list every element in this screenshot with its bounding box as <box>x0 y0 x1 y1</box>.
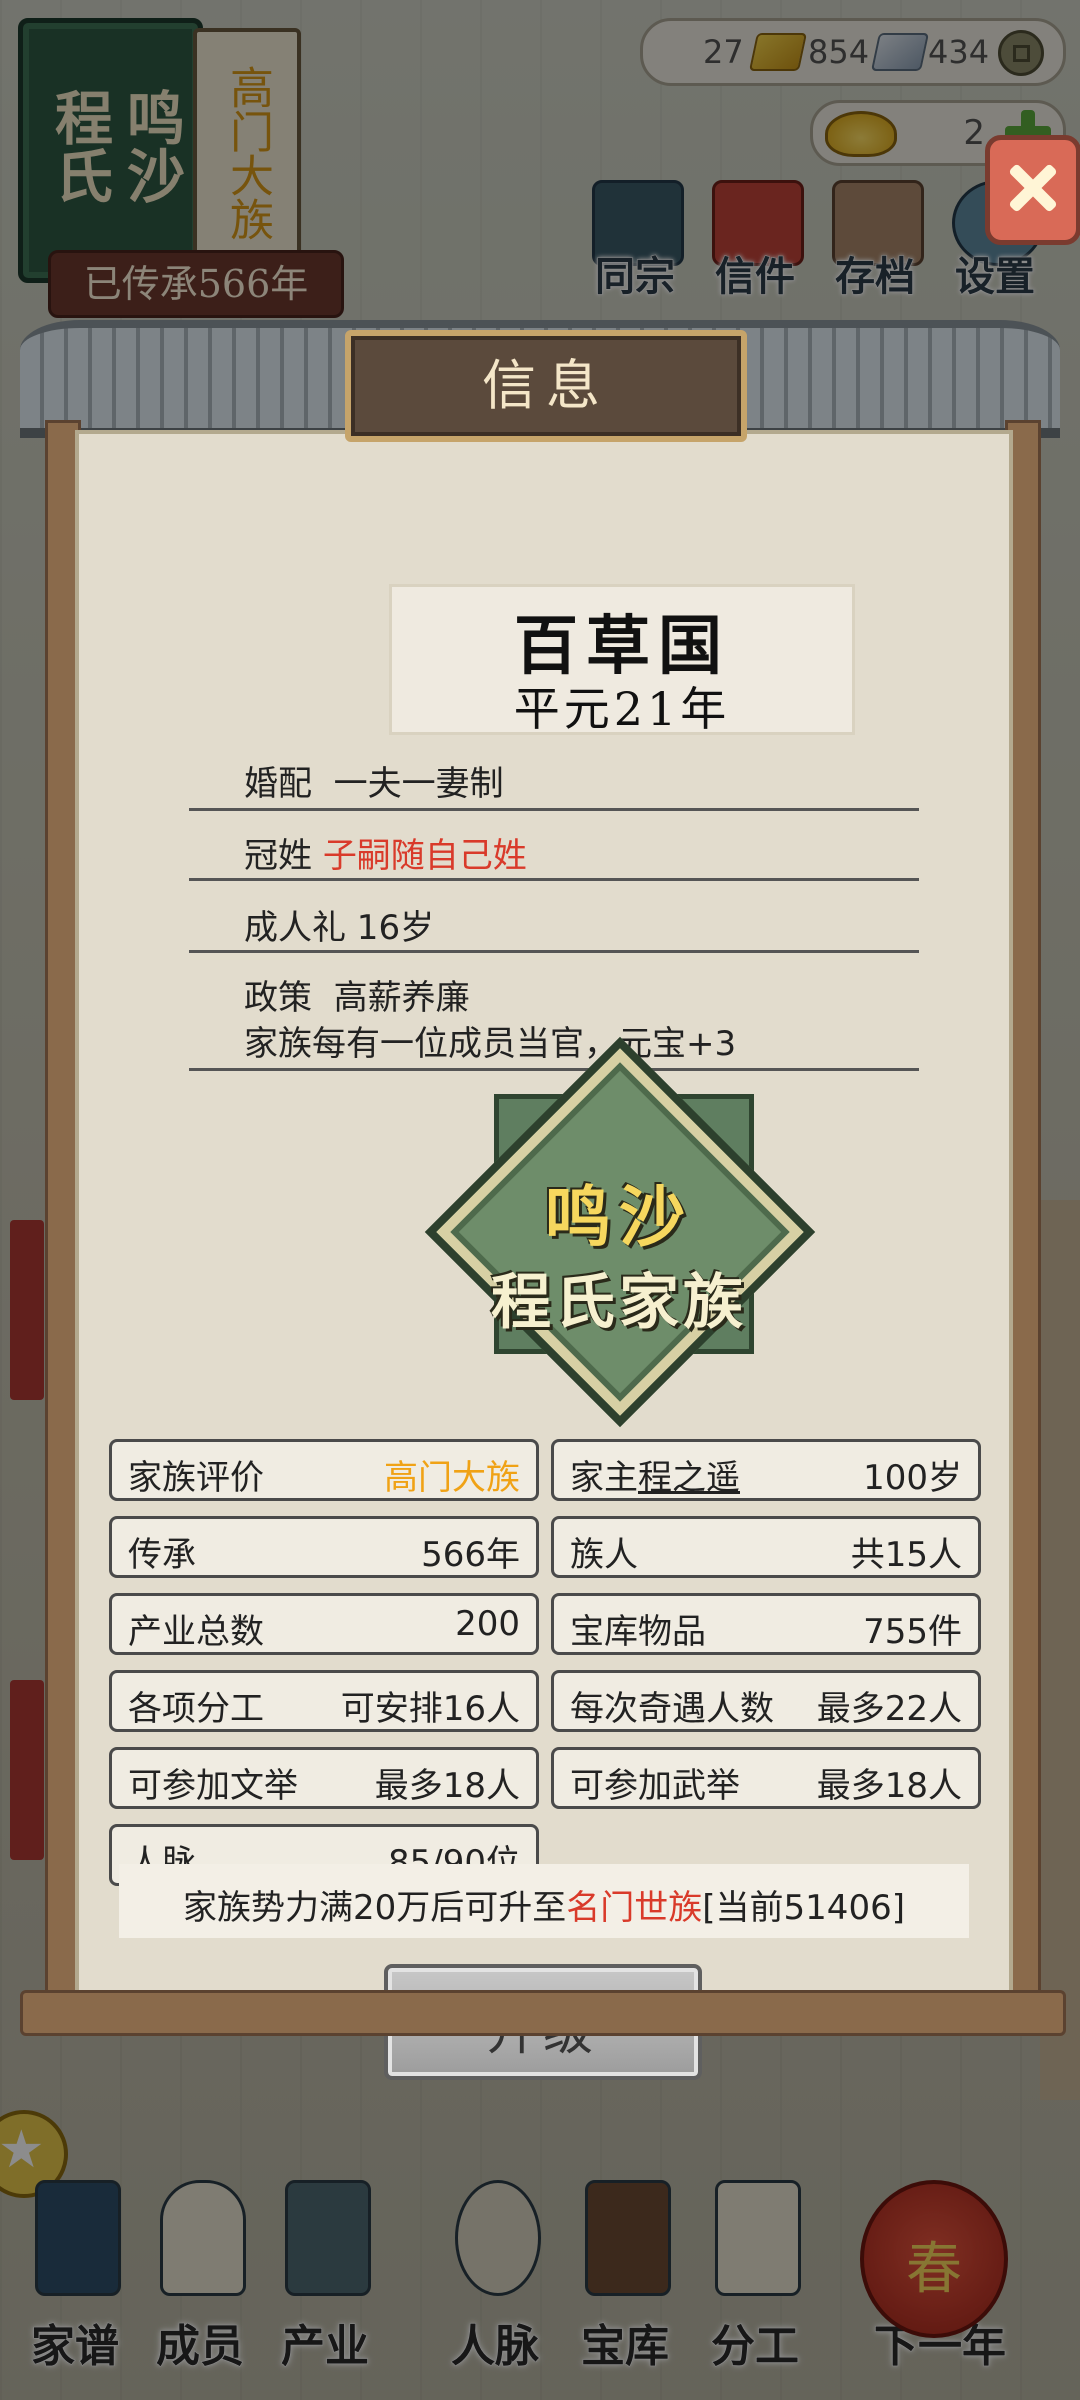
family-rating-box: 家族评价 高门大族 <box>109 1439 539 1501</box>
stat-label: 可参加文举 <box>128 1766 298 1806</box>
stat-value: 共15人 <box>850 1535 962 1575</box>
stat-label: 家主 <box>570 1458 638 1498</box>
stat-value: 最多18人 <box>816 1766 962 1806</box>
current-power: [当前51406] <box>702 1888 905 1928</box>
encounter-box: 每次奇遇人数 最多22人 <box>551 1670 981 1732</box>
stat-value: 最多22人 <box>816 1689 962 1729</box>
upgrade-requirement: 家族势力满20万后可升至名门世族[当前51406] <box>119 1864 969 1938</box>
upgrade-target-rank: 名门世族 <box>566 1888 703 1928</box>
marriage-value: 一夫一妻制 <box>333 764 504 804</box>
stat-value: 566年 <box>421 1535 520 1575</box>
info-modal: 百草国 平元21年 婚配 一夫一妻制 冠姓 子嗣随自己姓 成人礼 16岁 政策 … <box>0 320 1080 2080</box>
emblem-family: 程氏家族 <box>491 1268 747 1338</box>
inheritance-box: 传承 566年 <box>109 1516 539 1578</box>
family-head-box[interactable]: 家主程之遥 100岁 <box>551 1439 981 1501</box>
division-box: 各项分工 可安排16人 <box>109 1670 539 1732</box>
family-head-name[interactable]: 程之遥 <box>638 1458 740 1498</box>
members-box: 族人 共15人 <box>551 1516 981 1578</box>
emblem-place: 鸣沙 <box>545 1178 693 1256</box>
marriage-label: 婚配 <box>244 764 312 804</box>
nation-card: 百草国 平元21年 <box>389 584 855 736</box>
coming-of-age-row: 成人礼 16岁 <box>189 886 919 953</box>
surname-label: 冠姓 <box>244 836 312 876</box>
stat-label: 产业总数 <box>128 1612 264 1652</box>
policy-row: 政策 高薪养廉 家族每有一位成员当官，元宝+3 <box>189 956 919 1071</box>
stat-value: 可安排16人 <box>340 1689 520 1729</box>
stat-label: 可参加武举 <box>570 1766 740 1806</box>
stat-label: 传承 <box>128 1535 196 1575</box>
industry-box: 产业总数 200 <box>109 1593 539 1655</box>
surname-value: 子嗣随自己姓 <box>322 836 527 876</box>
coming-of-age: 成人礼 16岁 <box>244 908 435 948</box>
policy-label: 政策 <box>244 978 312 1018</box>
modal-title: 信息 <box>482 354 610 417</box>
stat-label: 各项分工 <box>128 1689 264 1729</box>
stat-label: 宝库物品 <box>570 1612 706 1652</box>
stat-value: 最多18人 <box>374 1766 520 1806</box>
modal-title-plaque: 信息 <box>345 330 747 442</box>
modal-bottom-rail <box>20 1990 1066 2036</box>
nation-era: 平元21年 <box>513 682 731 736</box>
stat-value: 755件 <box>863 1612 962 1652</box>
treasury-box: 宝库物品 755件 <box>551 1593 981 1655</box>
marriage-row: 婚配 一夫一妻制 <box>189 744 919 811</box>
civil-exam-box: 可参加文举 最多18人 <box>109 1747 539 1809</box>
stat-value: 200 <box>455 1604 520 1644</box>
modal-paper: 百草国 平元21年 婚配 一夫一妻制 冠姓 子嗣随自己姓 成人礼 16岁 政策 … <box>75 430 1013 2080</box>
military-exam-box: 可参加武举 最多18人 <box>551 1747 981 1809</box>
stat-label: 家族评价 <box>128 1458 264 1498</box>
surname-row: 冠姓 子嗣随自己姓 <box>189 814 919 881</box>
stat-label: 每次奇遇人数 <box>570 1689 774 1729</box>
upgrade-note-prefix: 家族势力满20万后可升至 <box>183 1888 567 1928</box>
stat-label: 族人 <box>570 1535 638 1575</box>
policy-value: 高薪养廉 <box>333 978 470 1018</box>
stat-value: 100岁 <box>863 1458 962 1498</box>
policy-effect: 家族每有一位成员当官，元宝+3 <box>244 1024 737 1064</box>
close-button[interactable] <box>985 135 1080 245</box>
family-emblem: 鸣沙 程氏家族 <box>424 1036 816 1428</box>
stat-value: 高门大族 <box>384 1458 520 1498</box>
